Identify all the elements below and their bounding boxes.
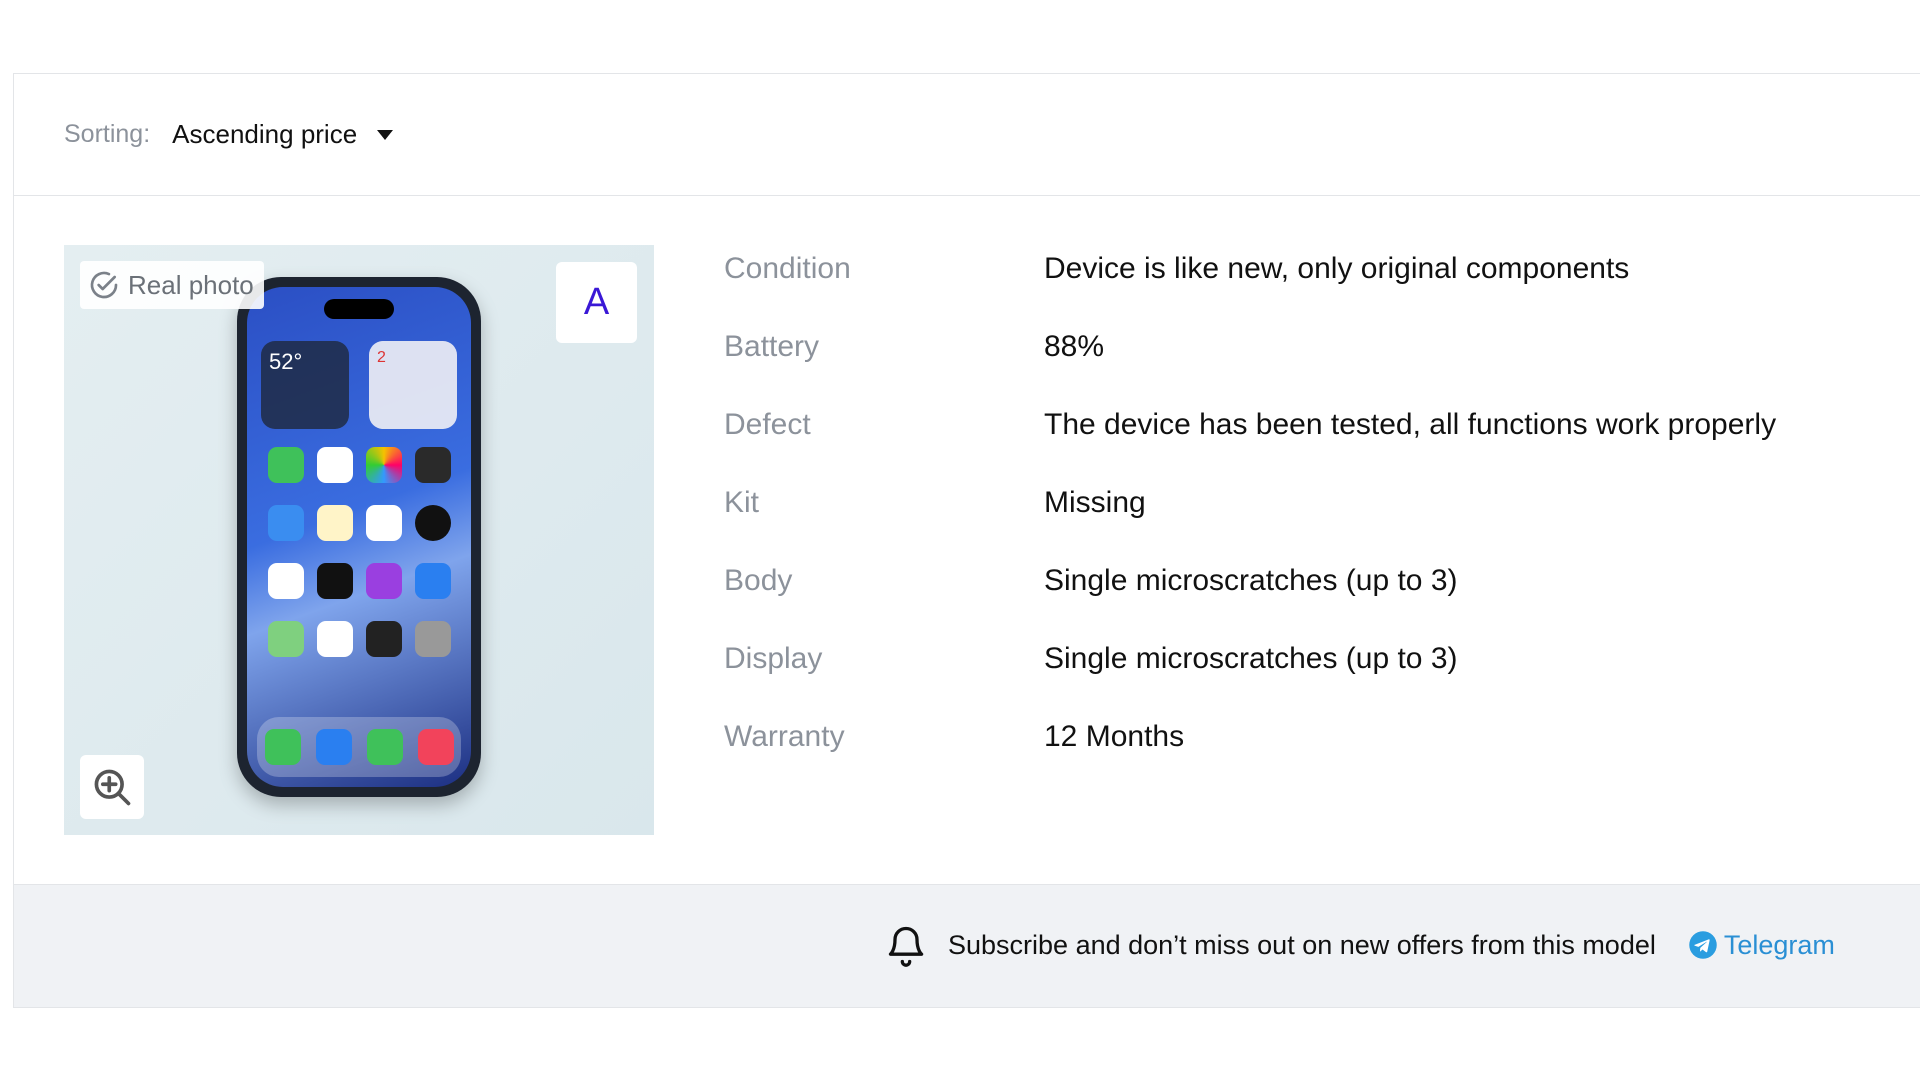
weather-widget-temp: 52°	[269, 349, 303, 374]
reminders-app-icon	[365, 505, 402, 541]
phone-dock	[257, 717, 461, 777]
subscribe-bar: Subscribe and don’t miss out on new offe…	[14, 884, 1920, 1007]
specs-list: Condition Device is like new, only origi…	[724, 252, 1776, 798]
maps-app-icon	[267, 621, 304, 657]
spec-label: Kit	[724, 486, 760, 519]
settings-app-icon	[414, 621, 451, 657]
calendar-widget: 2	[369, 341, 457, 429]
caret-down-icon	[377, 129, 394, 140]
telegram-label: Telegram	[1723, 929, 1835, 960]
check-circle-icon	[90, 271, 118, 299]
spec-value: The device has been tested, all function…	[1044, 408, 1777, 441]
offer-card: Sorting: Ascending price 52° 2 Real phot…	[13, 73, 1920, 1008]
sorting-dropdown[interactable]: Ascending price	[172, 119, 394, 150]
mail-app-icon	[267, 505, 304, 541]
photos-app-icon	[365, 447, 402, 483]
dynamic-island	[324, 299, 394, 319]
phone-image: 52° 2	[237, 277, 481, 797]
spec-row-defect: Defect The device has been tested, all f…	[724, 408, 1776, 486]
grade-badge: A	[556, 262, 637, 343]
spec-row-display: Display Single microscratches (up to 3)	[724, 642, 1776, 720]
zoom-in-icon	[94, 769, 131, 806]
subscribe-text: Subscribe and don’t miss out on new offe…	[948, 929, 1656, 960]
spec-label: Display	[724, 642, 823, 675]
news-app-icon	[267, 563, 304, 599]
spec-row-kit: Kit Missing	[724, 486, 1776, 564]
real-photo-badge: Real photo	[80, 261, 264, 309]
spec-value: Missing	[1044, 486, 1146, 519]
spec-label: Condition	[724, 252, 851, 285]
camera-app-icon	[414, 447, 451, 483]
calendar-widget-date: 2	[377, 349, 386, 366]
spec-label: Warranty	[724, 720, 845, 753]
spec-row-battery: Battery 88%	[724, 330, 1776, 408]
facetime-app-icon	[267, 447, 304, 483]
clock-app-icon	[414, 505, 451, 541]
spec-label: Battery	[724, 330, 820, 363]
spec-value: Single microscratches (up to 3)	[1044, 564, 1458, 597]
spec-value: 88%	[1044, 330, 1105, 363]
weather-widget: 52°	[261, 341, 349, 429]
notes-app-icon	[316, 505, 353, 541]
phone-screen: 52° 2	[247, 287, 471, 787]
spec-row-body: Body Single microscratches (up to 3)	[724, 564, 1776, 642]
spec-value: Device is like new, only original compon…	[1044, 252, 1630, 285]
spec-label: Body	[724, 564, 793, 597]
phone-app-icon	[264, 729, 301, 765]
spec-value: 12 Months	[1044, 720, 1185, 753]
health-app-icon	[316, 621, 353, 657]
wallet-app-icon	[365, 621, 402, 657]
spec-row-condition: Condition Device is like new, only origi…	[724, 252, 1776, 330]
music-app-icon	[417, 729, 454, 765]
podcasts-app-icon	[365, 563, 402, 599]
product-photo[interactable]: 52° 2 Real photo A	[64, 245, 654, 835]
subscribe-row: Subscribe and don’t miss out on new offe…	[884, 921, 1835, 969]
bell-icon	[888, 926, 924, 967]
spec-label: Defect	[724, 408, 811, 441]
zoom-button[interactable]	[80, 755, 144, 819]
app-store-icon	[414, 563, 451, 599]
spec-value: Single microscratches (up to 3)	[1044, 642, 1458, 675]
sorting-selected-value: Ascending price	[172, 119, 358, 149]
telegram-icon	[1689, 931, 1717, 959]
messages-app-icon	[366, 729, 403, 765]
real-photo-label: Real photo	[128, 269, 254, 300]
sorting-bar: Sorting: Ascending price	[14, 74, 1920, 196]
safari-app-icon	[315, 729, 352, 765]
telegram-link[interactable]: Telegram	[1688, 930, 1835, 961]
calendar-app-icon	[316, 447, 353, 483]
spec-row-warranty: Warranty 12 Months	[724, 720, 1776, 798]
app-grid	[261, 447, 457, 657]
sorting-label: Sorting:	[64, 120, 151, 148]
tv-app-icon	[316, 563, 353, 599]
